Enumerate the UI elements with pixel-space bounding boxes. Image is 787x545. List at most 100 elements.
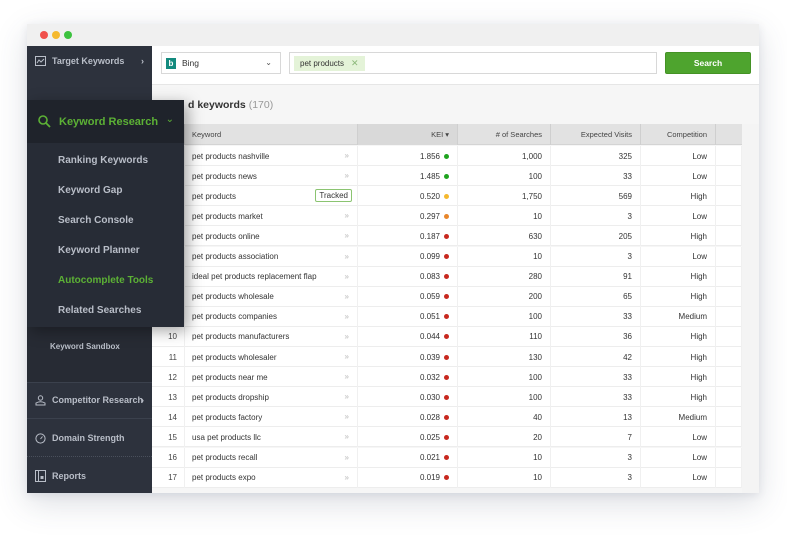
sidebar-item-label: Target Keywords [52, 56, 125, 66]
menu-item-autocomplete-tools[interactable]: Autocomplete Tools [58, 275, 153, 286]
keyword-input[interactable]: pet products ✕ [289, 52, 657, 74]
table-row[interactable]: 17 pet products expo » 0.019 10 3 Low [152, 467, 742, 488]
search-button[interactable]: Search [665, 52, 751, 74]
column-header-keyword[interactable]: Keyword [185, 124, 358, 145]
sidebar-item-keyword-sandbox[interactable]: Keyword Sandbox [50, 342, 120, 351]
expand-arrows-icon[interactable]: » [345, 272, 350, 281]
search-toolbar: b Bing ⌄ pet products ✕ Search [152, 46, 759, 85]
sidebar-divider [27, 418, 152, 419]
menu-item-keyword-gap[interactable]: Keyword Gap [58, 185, 122, 196]
expand-arrows-icon[interactable]: » [345, 231, 350, 240]
column-header-expected-visits[interactable]: Expected Visits [551, 124, 641, 145]
table-row[interactable]: pet products wholesale » 0.059 200 65 Hig… [152, 286, 742, 307]
expand-arrows-icon[interactable]: » [345, 473, 350, 482]
table-row[interactable]: 12 pet products near me » 0.032 100 33 Hi… [152, 367, 742, 388]
competition-cell: Low [641, 467, 716, 488]
empty-cell [716, 186, 742, 207]
keyword-cell: pet products dropship » [185, 387, 358, 408]
kei-cell: 0.297 [358, 206, 458, 227]
sidebar-item-domain-strength[interactable]: Domain Strength [27, 423, 152, 453]
maximize-window-button[interactable] [64, 31, 72, 39]
searches-cell: 10 [458, 467, 551, 488]
kei-status-dot-icon [444, 274, 449, 280]
searches-cell: 20 [458, 427, 551, 448]
expand-arrows-icon[interactable]: » [345, 292, 350, 301]
table-row[interactable]: 11 pet products wholesaler » 0.039 130 42… [152, 347, 742, 367]
column-header-searches[interactable]: # of Searches [458, 124, 551, 145]
column-header-competition[interactable]: Competition [641, 124, 716, 145]
competition-cell: Low [641, 166, 716, 187]
table-row[interactable]: 9 pet products companies» 0.051 100 33 M… [152, 306, 742, 327]
minimize-window-button[interactable] [52, 31, 60, 39]
expand-arrows-icon[interactable]: » [345, 453, 350, 462]
table-row[interactable]: pet products online » 0.187 630 205 High [152, 226, 742, 247]
close-window-button[interactable] [40, 31, 48, 39]
table-row[interactable]: pet products association » 0.099 10 3 Low [152, 246, 742, 267]
sidebar-item-target-keywords[interactable]: Target Keywords › [27, 46, 152, 76]
kei-status-dot-icon [444, 294, 449, 300]
table-row[interactable]: 14 pet products factory » 0.028 40 13 Med… [152, 407, 742, 428]
expected-visits-cell: 325 [551, 146, 641, 166]
expected-visits-cell: 569 [551, 186, 641, 207]
keyword-text: pet products companies [192, 312, 277, 322]
kei-cell: 1.485 [358, 166, 458, 187]
search-engine-value: Bing [182, 58, 200, 68]
kei-status-dot-icon [444, 354, 449, 360]
empty-cell [716, 146, 742, 166]
searches-cell: 10 [458, 206, 551, 227]
kei-value: 0.051 [419, 312, 440, 322]
kei-cell: 0.051 [358, 306, 458, 327]
remove-chip-icon[interactable]: ✕ [351, 58, 359, 69]
kei-value: 0.520 [419, 191, 440, 201]
table-row[interactable]: 15 usa pet products llc » 0.025 20 7 Low [152, 427, 742, 448]
sidebar-item-reports[interactable]: Reports [27, 461, 152, 491]
keyword-cell: pet products Tracked [185, 186, 358, 207]
table-row[interactable]: ideal pet products replacement flap » 0.0… [152, 266, 742, 287]
bing-logo-icon: b [166, 57, 176, 69]
table-row[interactable]: pet products market » 0.297 10 3 Low [152, 206, 742, 227]
sidebar-item-competitor-research[interactable]: Competitor Research › [27, 385, 152, 415]
kei-status-dot-icon [444, 394, 449, 400]
expand-arrows-icon[interactable]: » [345, 412, 350, 421]
chevron-right-icon: › [141, 56, 144, 66]
searches-cell: 100 [458, 306, 551, 327]
keyword-text: pet products dropship [192, 392, 269, 402]
menu-item-ranking-keywords[interactable]: Ranking Keywords [58, 155, 148, 166]
menu-item-search-console[interactable]: Search Console [58, 215, 134, 226]
table-row[interactable]: 16 pet products recall » 0.021 10 3 Low [152, 447, 742, 468]
kei-cell: 0.083 [358, 266, 458, 287]
keyword-text: ideal pet products replacement flap [192, 272, 317, 282]
empty-cell [716, 467, 742, 488]
menu-item-keyword-planner[interactable]: Keyword Planner [58, 245, 140, 256]
expand-arrows-icon[interactable]: » [345, 352, 350, 361]
expand-arrows-icon[interactable]: » [345, 312, 350, 321]
searches-cell: 110 [458, 326, 551, 347]
searches-cell: 1,000 [458, 146, 551, 166]
column-header-kei[interactable]: KEI ▾ [358, 124, 458, 145]
menu-item-related-searches[interactable]: Related Searches [58, 305, 141, 316]
expected-visits-cell: 42 [551, 347, 641, 367]
expand-arrows-icon[interactable]: » [345, 392, 350, 401]
expand-arrows-icon[interactable]: » [345, 171, 350, 180]
table-row[interactable]: pet products nashville» 1.856 1,000 325 … [152, 146, 742, 166]
expand-arrows-icon[interactable]: » [345, 211, 350, 220]
expand-arrows-icon[interactable]: » [345, 332, 350, 341]
sidebar-item-keyword-research[interactable]: Keyword Research ⌄ [27, 100, 184, 143]
table-right-gutter [742, 124, 759, 493]
expand-arrows-icon[interactable]: » [345, 252, 350, 261]
table-row[interactable]: pet products news » 1.485 100 33 Low [152, 166, 742, 187]
user-icon [34, 394, 46, 406]
competition-cell: Low [641, 246, 716, 267]
table-row[interactable]: 13 pet products dropship » 0.030 100 33 H… [152, 387, 742, 408]
kei-status-dot-icon [444, 213, 449, 219]
table-row[interactable]: pet products Tracked 0.520 1,750 569 High [152, 186, 742, 207]
search-engine-select[interactable]: b Bing ⌄ [161, 52, 281, 74]
keyword-cell: pet products association » [185, 246, 358, 267]
expand-arrows-icon[interactable]: » [345, 372, 350, 381]
searches-cell: 280 [458, 266, 551, 287]
empty-cell [716, 306, 742, 327]
expand-arrows-icon[interactable]: » [345, 432, 350, 441]
expand-arrows-icon[interactable]: » [345, 151, 350, 160]
table-row[interactable]: 10 pet products manufacturers » 0.044 110… [152, 326, 742, 347]
sidebar-divider [27, 456, 152, 457]
